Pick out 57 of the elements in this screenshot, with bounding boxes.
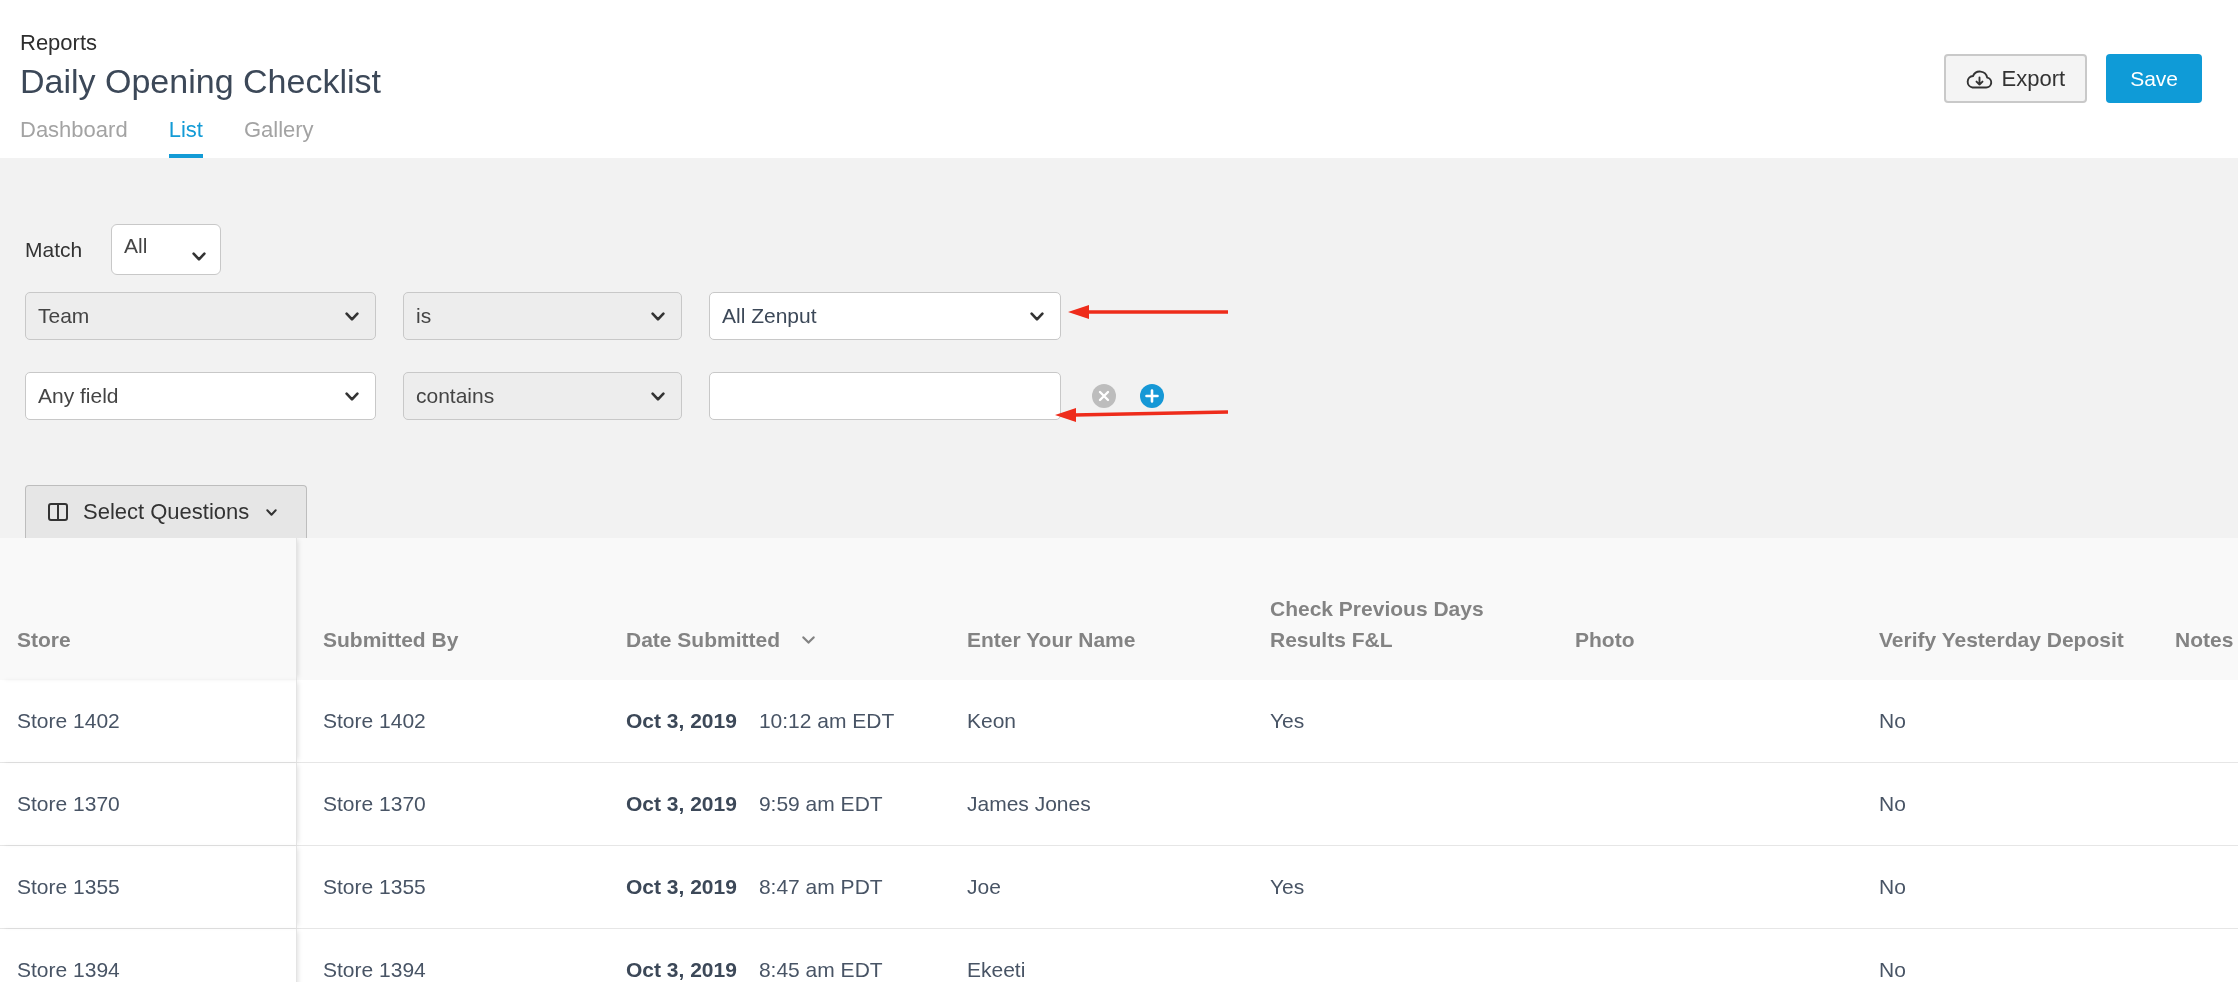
time-text: 8:45 am EDT: [758, 958, 883, 982]
chevron-down-icon: [345, 311, 359, 321]
table-cell: Store 1402: [17, 709, 120, 733]
cloud-download-icon: [1965, 68, 1993, 89]
table-cell: No: [1879, 792, 1906, 816]
table-cell: Yes: [1270, 709, 1305, 733]
column-header[interactable]: Enter Your Name: [967, 624, 1136, 655]
table-cell: Store 1402: [323, 709, 426, 733]
column-header[interactable]: Notes: [2175, 624, 2234, 655]
table-cell: Store 1394: [17, 958, 120, 982]
chevron-down-icon: [266, 508, 278, 516]
column-header[interactable]: Store: [17, 624, 71, 655]
match-dropdown[interactable]: All: [111, 224, 221, 275]
table-cell: Joe: [967, 875, 1001, 899]
table-cell: Store 1370: [17, 792, 120, 816]
column-header[interactable]: Verify Yesterday Deposit: [1879, 624, 2124, 655]
table-cell: Store 1355: [323, 875, 426, 899]
save-button[interactable]: Save: [2106, 54, 2202, 103]
table-cell: Store 1355: [17, 875, 120, 899]
chevron-down-icon: [1030, 311, 1044, 321]
tab[interactable]: Gallery: [243, 102, 314, 158]
time-text: 10:12 am EDT: [758, 709, 895, 733]
column-header[interactable]: Date Submitted: [626, 624, 780, 655]
column-header[interactable]: Check Previous Days Results F&L: [1270, 593, 1532, 655]
date-text: Oct 3, 2019: [626, 709, 737, 733]
chevron-down-icon: [192, 252, 206, 261]
date-text: Oct 3, 2019: [626, 792, 737, 816]
table-cell: No: [1879, 875, 1906, 899]
time-text: 9:59 am EDT: [758, 792, 883, 816]
clear-icon[interactable]: [1092, 384, 1116, 408]
table-cell: James Jones: [967, 792, 1091, 816]
table-cell: Keon: [967, 709, 1017, 733]
date-text: Oct 3, 2019: [626, 875, 737, 899]
value-dropdown[interactable]: All Zenput: [709, 292, 1061, 340]
match-label: Match: [25, 237, 84, 262]
column-header[interactable]: Submitted By: [323, 624, 459, 655]
table-cell: No: [1879, 958, 1906, 982]
chevron-down-icon: [651, 391, 665, 401]
chevron-down-icon: [651, 311, 665, 321]
page-title: Daily Opening Checklist: [20, 61, 381, 102]
select-questions-button[interactable]: Select Questions: [25, 485, 307, 538]
add-icon[interactable]: [1140, 384, 1164, 408]
export-button[interactable]: Export: [1943, 54, 2088, 103]
columns-icon: [48, 503, 68, 521]
date-text: Oct 3, 2019: [626, 958, 737, 982]
time-text: 8:47 am PDT: [758, 875, 883, 899]
table-cell: Store 1370: [323, 792, 426, 816]
table-cell: Yes: [1270, 875, 1305, 899]
table-cell: No: [1879, 709, 1906, 733]
field-dropdown[interactable]: Any field: [25, 372, 376, 420]
chevron-down-icon: [345, 391, 359, 401]
input-field[interactable]: [709, 372, 1061, 420]
table-cell: Ekeeti: [967, 958, 1026, 982]
column-header[interactable]: Photo: [1575, 624, 1635, 655]
breadcrumb-link[interactable]: Reports: [20, 30, 98, 56]
table-cell: Store 1394: [323, 958, 426, 982]
tab[interactable]: Dashboard: [20, 102, 128, 158]
